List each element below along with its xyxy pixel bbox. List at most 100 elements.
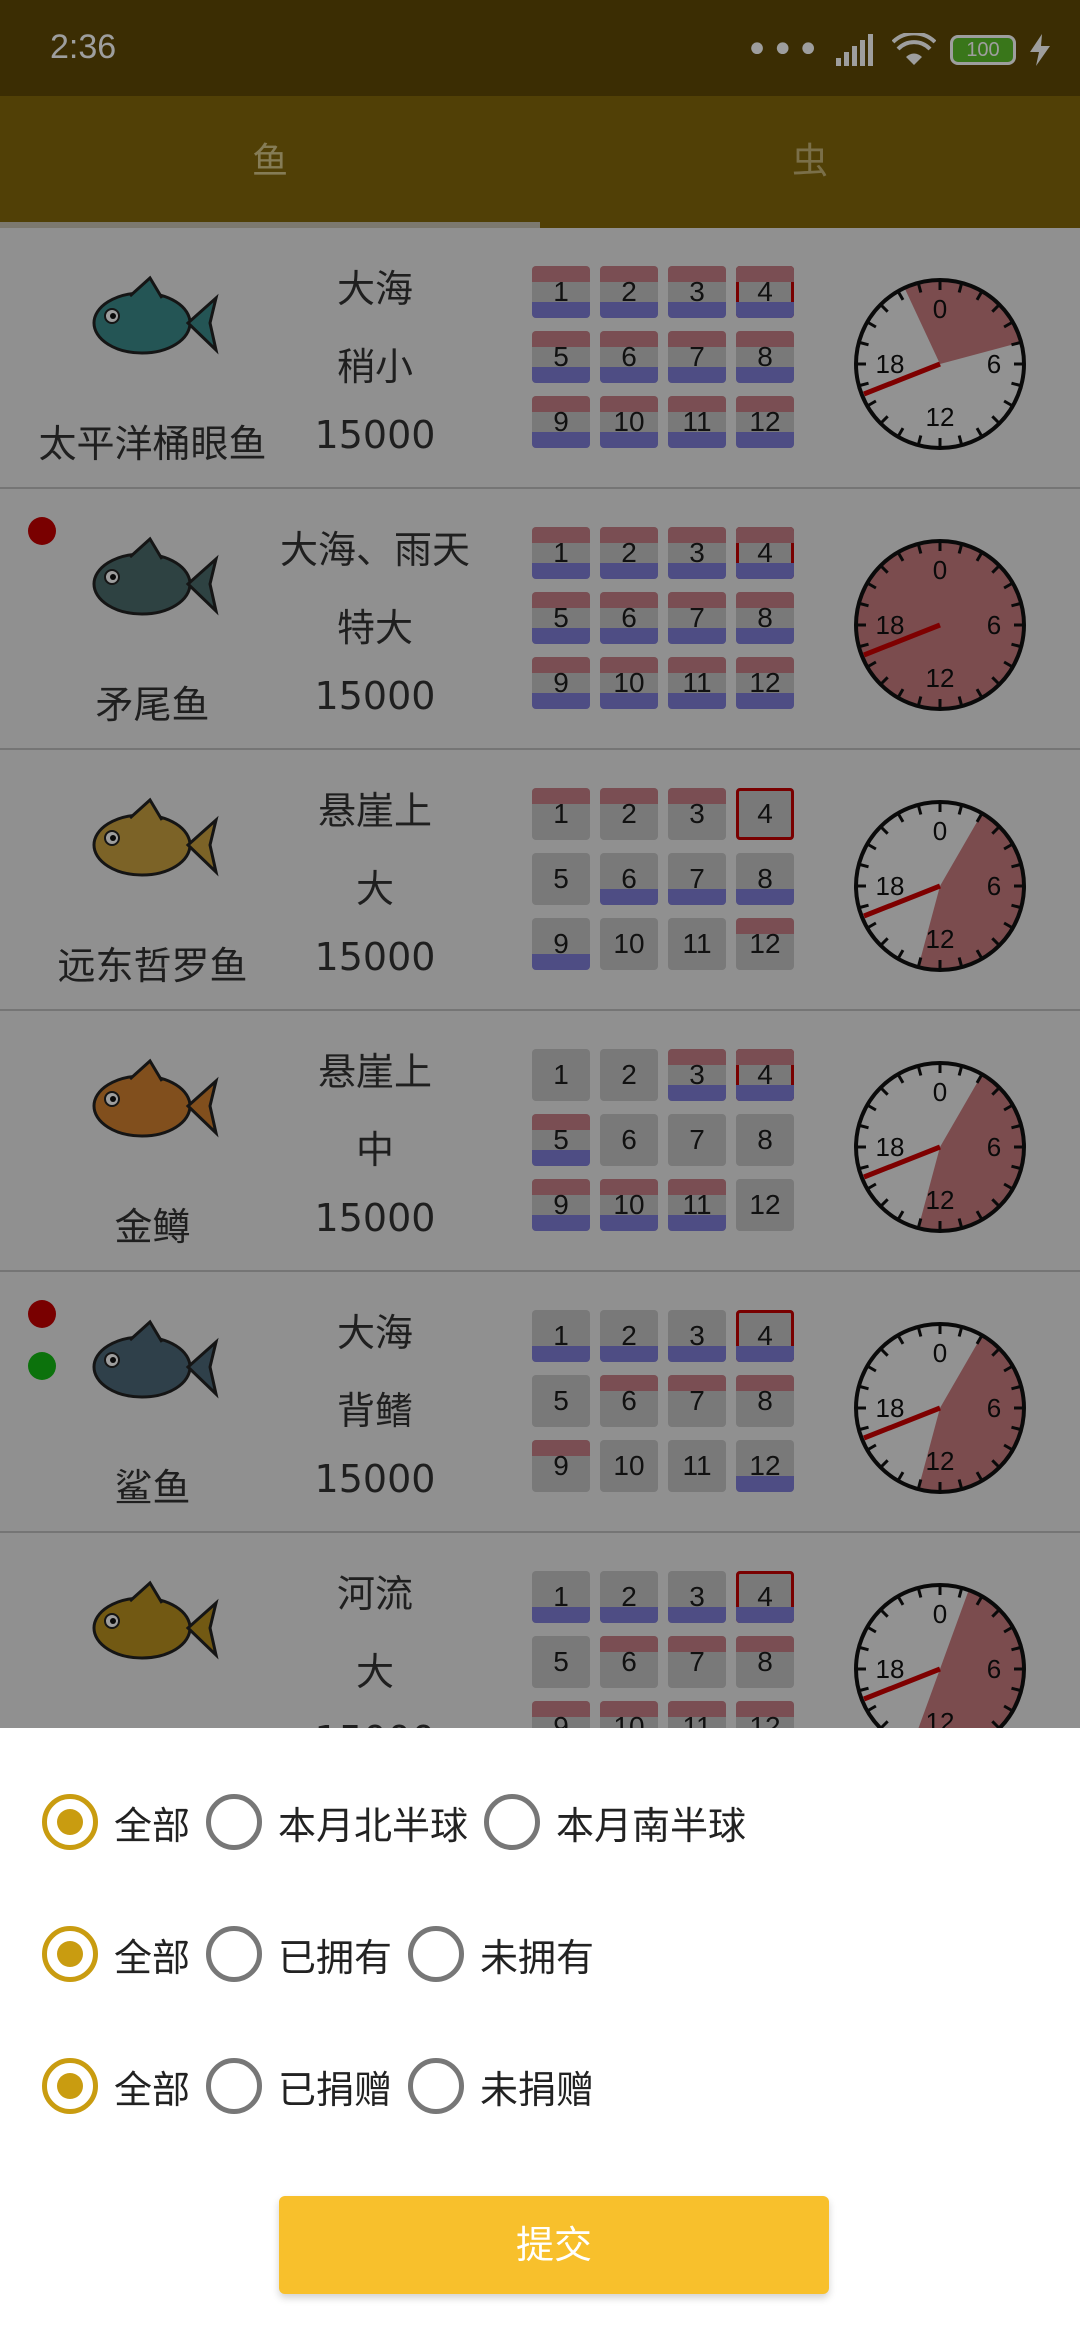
fish-location: 大海、雨天	[279, 528, 470, 572]
month-cell: 6	[600, 331, 658, 383]
month-cell: 12	[736, 396, 794, 448]
month-number: 11	[682, 667, 712, 698]
fish-price: 15000	[314, 1457, 436, 1501]
fish-row[interactable]: 矛尾鱼 大海、雨天 特大 15000 1 2 3 4 5 6 7 8 9 10 11 12 0 6 12 18	[0, 489, 1080, 750]
fish-icon	[92, 1319, 219, 1399]
month-number: 7	[689, 1646, 705, 1677]
month-number: 9	[553, 1450, 569, 1481]
donated-no-option[interactable]: 未捐赠	[408, 2058, 594, 2114]
month-number: 1	[553, 1320, 569, 1351]
month-number: 8	[757, 863, 773, 894]
month-cell: 1	[532, 1310, 590, 1362]
status-time: 2:36	[50, 28, 117, 66]
svg-text:12: 12	[926, 1185, 955, 1215]
radio-unselected-icon[interactable]	[206, 1926, 263, 1982]
month-cell: 9	[532, 657, 590, 709]
month-cell: 10	[600, 1179, 658, 1231]
month-cell: 4	[736, 788, 794, 840]
fish-location: 大海	[336, 1311, 413, 1355]
fish-row[interactable]: 远东哲罗鱼 悬崖上大 15000 1 2 3 4 5 6 7 8 9 10 11 12 0 6 12 18	[0, 750, 1080, 1011]
month-cell: 2	[600, 788, 658, 840]
month-number: 5	[553, 863, 569, 894]
radio-unselected-icon[interactable]	[484, 1794, 541, 1850]
owned-all-option[interactable]: 全部	[42, 1926, 190, 1982]
option-label: 全部	[114, 1803, 191, 1848]
donated-yes-option[interactable]: 已捐赠	[206, 2058, 392, 2114]
month-number: 2	[621, 1581, 637, 1612]
svg-text:0: 0	[933, 816, 947, 846]
fish-icon	[92, 275, 219, 355]
month-number: 12	[749, 1450, 781, 1481]
month-number: 3	[689, 1059, 705, 1090]
radio-unselected-icon[interactable]	[206, 1794, 263, 1850]
svg-text:0: 0	[933, 555, 947, 585]
red-status-dot-icon	[28, 1300, 56, 1328]
fish-size: 大	[355, 867, 394, 911]
hemisphere-all-option[interactable]: 全部	[42, 1794, 190, 1850]
svg-text:6: 6	[987, 1654, 1001, 1684]
donated-all-option[interactable]: 全部	[42, 2058, 190, 2114]
radio-unselected-icon[interactable]	[206, 2058, 263, 2114]
fish-row[interactable]: 鲨鱼 大海 背鳍 15000 1 2 3 4 5 6 7 8 9 10 11 12 0 6 12 18	[0, 1272, 1080, 1533]
fish-name: 鲨鱼	[114, 1466, 191, 1510]
month-number: 10	[613, 406, 645, 437]
month-cell: 3	[668, 788, 726, 840]
fish-icon	[92, 1580, 219, 1660]
month-number: 2	[621, 798, 637, 829]
month-cell: 8	[736, 1636, 794, 1688]
owned-yes-option[interactable]: 已拥有	[206, 1926, 392, 1982]
radio-selected-icon[interactable]	[42, 1926, 98, 1982]
hemisphere-filter: 全部 本月北半球 本月南半球	[42, 1790, 762, 1854]
fish-list[interactable]: 太平洋桶眼鱼 大海 稍小 15000 1 2 3 4 5 6 7 8 9 10 11 12 0 6 12 18 矛尾鱼大…	[0, 228, 1080, 1728]
svg-text:0: 0	[933, 1077, 947, 1107]
option-label: 未拥有	[480, 1935, 595, 1980]
fish-row[interactable]: 太平洋桶眼鱼 大海 稍小 15000 1 2 3 4 5 6 7 8 9 10 11 12 0 6 12 18	[0, 228, 1080, 489]
submit-button[interactable]: 提交	[279, 2196, 829, 2294]
month-number: 8	[757, 341, 773, 372]
month-cell: 5	[532, 1375, 590, 1427]
month-number: 4	[757, 276, 773, 307]
month-number: 9	[553, 928, 569, 959]
time-clock-icon: 0 6 12 18	[854, 539, 1026, 711]
month-number: 7	[689, 1385, 705, 1416]
month-cell: 10	[600, 918, 658, 970]
fish-icon	[92, 1058, 219, 1138]
hemisphere-south-option[interactable]: 本月南半球	[484, 1794, 746, 1850]
month-number: 2	[621, 537, 637, 568]
month-cell: 1	[532, 788, 590, 840]
radio-unselected-icon[interactable]	[408, 2058, 465, 2114]
tab-bug[interactable]: 虫	[540, 96, 1080, 228]
month-cell: 9	[532, 396, 590, 448]
month-cell: 5	[532, 592, 590, 644]
month-cell: 10	[600, 1701, 658, 1728]
month-cell: 2	[600, 266, 658, 318]
svg-text:18: 18	[876, 610, 905, 640]
red-status-dot-icon	[28, 517, 56, 545]
fish-row[interactable]: 黄金河虎河流大15000123456789101112061218	[0, 1533, 1080, 1728]
tab-bar: 鱼 虫	[0, 96, 1080, 228]
radio-unselected-icon[interactable]	[408, 1926, 465, 1982]
radio-selected-icon[interactable]	[42, 1794, 98, 1850]
month-cell: 12	[736, 657, 794, 709]
month-number: 10	[613, 667, 645, 698]
month-number: 12	[749, 1711, 781, 1728]
time-clock-icon: 0 6 12 18	[854, 278, 1026, 450]
month-number: 12	[749, 928, 781, 959]
fish-location: 悬崖上	[317, 1050, 432, 1094]
hemisphere-north-option[interactable]: 本月北半球	[206, 1794, 468, 1850]
month-cell: 10	[600, 396, 658, 448]
month-number: 8	[757, 1646, 773, 1677]
fish-row[interactable]: 金鳟 悬崖上中 15000 1 2 3 4 5 6 7 8 9 10 11 12 0 6 12 18	[0, 1011, 1080, 1272]
month-cell: 3	[668, 1049, 726, 1101]
month-cell: 8	[736, 853, 794, 905]
fish-size: 背鳍	[336, 1389, 413, 1433]
radio-selected-icon[interactable]	[42, 2058, 98, 2114]
fish-location: 大海	[336, 267, 413, 311]
tab-fish[interactable]: 鱼	[0, 96, 540, 228]
owned-no-option[interactable]: 未拥有	[408, 1926, 594, 1982]
battery-icon: 100	[950, 35, 1016, 65]
month-cell: 1	[532, 1571, 590, 1623]
month-cell: 12	[736, 918, 794, 970]
month-cell: 9	[532, 1440, 590, 1492]
fish-icon	[92, 797, 219, 877]
